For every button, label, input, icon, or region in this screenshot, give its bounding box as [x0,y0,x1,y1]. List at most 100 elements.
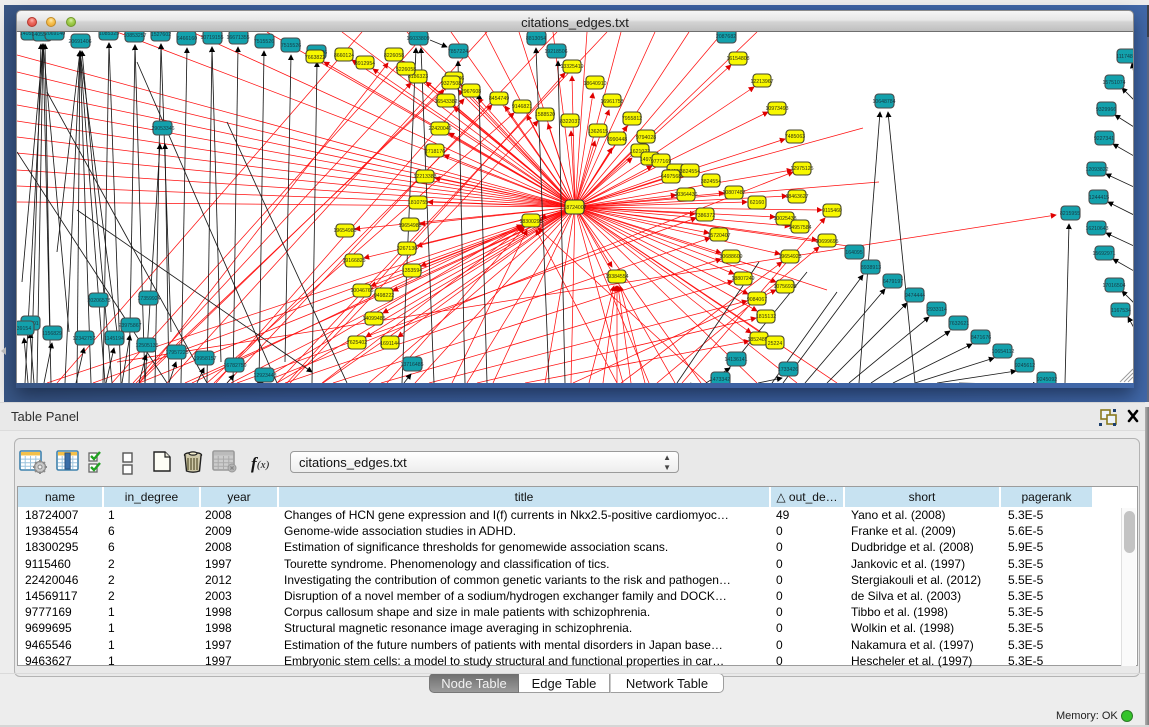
svg-text:10654112: 10654112 [992,349,1015,355]
svg-text:22420046: 22420046 [428,126,451,132]
svg-text:1733426: 1733426 [778,367,798,373]
svg-text:7632621: 7632621 [949,321,969,327]
svg-text:1145194: 1145194 [104,336,124,342]
svg-text:10648784: 10648784 [872,99,895,105]
svg-text:16961758: 16961758 [600,99,623,105]
svg-text:25224: 25224 [768,341,783,347]
svg-text:13716485: 13716485 [400,362,423,368]
svg-text:16210643: 16210643 [1085,226,1108,232]
svg-text:10719155: 10719155 [200,35,223,41]
svg-text:23975867: 23975867 [118,323,141,329]
svg-text:1691144: 1691144 [380,341,400,347]
svg-text:20364436: 20364436 [674,192,697,198]
svg-text:3824554: 3824554 [701,179,721,185]
svg-text:10853257: 10853257 [123,33,146,39]
svg-text:9227341: 9227341 [1094,136,1114,142]
svg-text:14957584: 14957584 [788,225,811,231]
svg-text:39154: 39154 [17,326,31,332]
svg-text:9329966: 9329966 [1096,107,1116,113]
svg-text:1244415: 1244415 [1089,195,1109,201]
svg-text:5226058: 5226058 [396,67,416,73]
svg-text:7386372: 7386372 [695,213,715,219]
svg-text:12505135: 12505135 [135,343,158,349]
svg-text:1156829: 1156829 [42,331,62,337]
svg-text:8660124: 8660124 [334,53,354,59]
svg-text:3267130: 3267130 [397,246,417,252]
svg-text:1362615: 1362615 [588,129,608,135]
svg-text:8454749: 8454749 [489,96,509,102]
svg-text:12342757: 12342757 [72,336,95,342]
svg-text:19218506: 19218506 [544,49,567,55]
svg-text:20691406: 20691406 [68,39,91,45]
svg-text:8226058: 8226058 [384,53,404,59]
svg-text:8990448: 8990448 [607,137,627,143]
svg-text:13325419: 13325419 [560,64,583,70]
svg-text:7515526: 7515526 [281,43,301,49]
svg-text:18463627: 18463627 [785,194,808,200]
svg-text:1527602: 1527602 [151,32,171,38]
svg-text:9498222: 9498222 [374,293,394,299]
svg-text:9084067: 9084067 [747,297,767,303]
svg-text:19654985: 19654985 [333,228,356,234]
svg-text:7663822: 7663822 [305,55,325,61]
svg-text:6466160: 6466160 [177,36,197,42]
svg-text:12923448: 12923448 [253,373,276,379]
svg-text:15692971: 15692971 [1092,251,1115,257]
svg-text:1353594: 1353594 [402,268,422,274]
svg-text:12213967: 12213967 [750,79,773,85]
svg-text:8813054: 8813054 [526,36,546,42]
svg-text:14136141: 14136141 [724,357,747,363]
svg-text:1810755: 1810755 [408,200,428,206]
svg-text:9115460: 9115460 [822,208,842,214]
svg-text:2718176: 2718176 [425,149,445,155]
svg-text:164095: 164095 [845,250,862,256]
svg-text:17359924: 17359924 [137,296,160,302]
svg-text:16033809: 16033809 [406,36,429,42]
svg-text:8471676: 8471676 [971,335,991,341]
svg-text:7625402: 7625402 [347,340,367,346]
svg-text:9794028: 9794028 [636,135,656,141]
svg-text:17957225: 17957225 [165,350,188,356]
svg-text:2087682: 2087682 [716,34,736,40]
svg-text:10973493: 10973493 [765,106,788,112]
svg-text:16782759: 16782759 [223,363,246,369]
svg-text:18300295: 18300295 [519,219,542,225]
svg-text:2967608: 2967608 [461,89,481,95]
svg-text:18807249: 18807249 [731,276,754,282]
svg-text:6479197: 6479197 [883,279,903,285]
svg-text:8938913: 8938913 [861,265,881,271]
svg-text:19654985: 19654985 [398,223,421,229]
svg-text:19384554: 19384554 [605,274,628,280]
svg-text:1815132: 1815132 [756,314,776,320]
svg-text:18724007: 18724007 [563,205,586,211]
svg-text:9327508: 9327508 [441,81,461,87]
svg-text:15751074: 15751074 [1102,80,1125,86]
svg-text:19654923: 19654923 [778,254,801,260]
svg-text:(x): (x) [257,459,270,471]
svg-text:10688609: 10688609 [719,254,742,260]
svg-text:12975125: 12975125 [790,166,813,172]
svg-text:1588520: 1588520 [535,112,555,118]
svg-text:10046766: 10046766 [350,288,373,294]
svg-text:1085325: 1085325 [99,32,119,37]
svg-text:12213383: 12213383 [413,174,436,180]
svg-text:18640910: 18640910 [583,81,606,87]
svg-text:12093822: 12093822 [1085,167,1108,173]
svg-text:8215955: 8215955 [1060,211,1080,217]
svg-text:10807487: 10807487 [722,190,745,196]
svg-text:1167534: 1167534 [1111,308,1131,314]
svg-text:19958157: 19958157 [193,356,216,362]
svg-text:16543382: 16543382 [434,99,457,105]
svg-text:8912954: 8912954 [355,61,375,67]
svg-text:9245612: 9245612 [1015,363,1035,369]
svg-text:15720407: 15720407 [707,233,730,239]
svg-text:3824554: 3824554 [680,169,700,175]
svg-text:7515526: 7515526 [254,39,274,45]
svg-text:9245092: 9245092 [1037,377,1057,383]
svg-text:16154808: 16154808 [726,56,749,62]
svg-text:10756928: 10756928 [773,284,796,290]
svg-text:6497568: 6497568 [661,174,681,180]
svg-text:9146821: 9146821 [512,104,532,110]
svg-text:19166825: 19166825 [342,258,365,264]
svg-text:10699695: 10699695 [815,239,838,245]
